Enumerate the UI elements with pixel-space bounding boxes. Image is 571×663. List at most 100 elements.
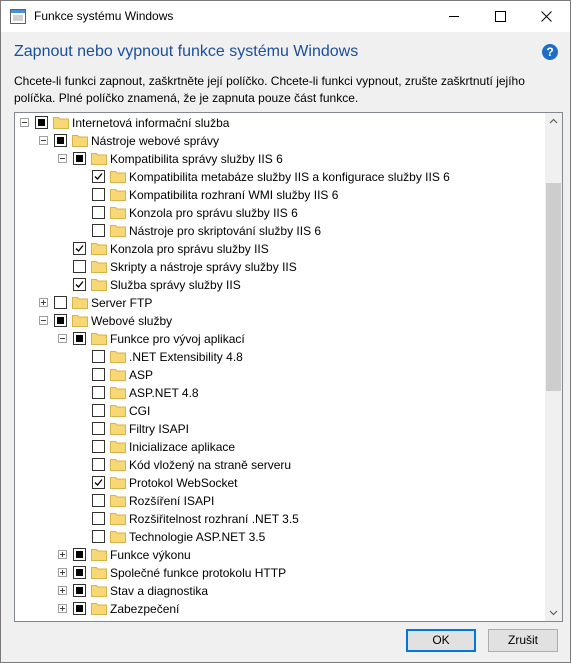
tree-item[interactable]: Konzola pro správu služby IIS 6: [15, 204, 545, 222]
feature-checkbox[interactable]: [73, 152, 86, 165]
feature-checkbox[interactable]: [92, 224, 105, 237]
feature-checkbox[interactable]: [54, 314, 67, 327]
feature-checkbox[interactable]: [92, 422, 105, 435]
scroll-down-button[interactable]: [545, 604, 562, 621]
tree-item-label: Filtry ISAPI: [129, 422, 190, 436]
folder-icon: [72, 296, 88, 309]
help-icon[interactable]: ?: [542, 44, 558, 60]
collapse-icon[interactable]: [39, 136, 48, 145]
tree-item[interactable]: Server FTP: [15, 294, 545, 312]
vertical-scrollbar[interactable]: [545, 113, 562, 621]
feature-checkbox[interactable]: [92, 368, 105, 381]
folder-icon: [110, 350, 126, 363]
feature-checkbox[interactable]: [92, 170, 105, 183]
tree-item-label: Rozšiřitelnost rozhraní .NET 3.5: [129, 512, 299, 526]
close-icon: [541, 11, 552, 22]
checkmark-icon: [75, 281, 84, 288]
tree-item[interactable]: Kód vložený na straně serveru: [15, 456, 545, 474]
feature-checkbox[interactable]: [54, 296, 67, 309]
maximize-icon: [495, 11, 506, 22]
feature-checkbox[interactable]: [92, 512, 105, 525]
feature-checkbox[interactable]: [73, 566, 86, 579]
feature-checkbox[interactable]: [92, 206, 105, 219]
collapse-icon[interactable]: [39, 316, 48, 325]
feature-checkbox[interactable]: [92, 188, 105, 201]
tree-item[interactable]: Rozšiřitelnost rozhraní .NET 3.5: [15, 510, 545, 528]
feature-checkbox[interactable]: [92, 350, 105, 363]
tree-item[interactable]: Technologie ASP.NET 3.5: [15, 528, 545, 546]
feature-checkbox[interactable]: [92, 476, 105, 489]
tree-item[interactable]: ASP.NET 4.8: [15, 384, 545, 402]
tree-item-label: Stav a diagnostika: [110, 584, 209, 598]
feature-checkbox[interactable]: [92, 458, 105, 471]
tree-item[interactable]: Kompatibilita rozhraní WMI služby IIS 6: [15, 186, 545, 204]
scroll-up-button[interactable]: [545, 113, 562, 130]
feature-checkbox[interactable]: [73, 242, 86, 255]
collapse-icon[interactable]: [58, 334, 67, 343]
feature-checkbox[interactable]: [35, 116, 48, 129]
tree-item[interactable]: Kompatibilita metabáze služby IIS a konf…: [15, 168, 545, 186]
tree-item[interactable]: Rozšíření ISAPI: [15, 492, 545, 510]
feature-checkbox[interactable]: [73, 278, 86, 291]
feature-checkbox[interactable]: [92, 530, 105, 543]
title-bar[interactable]: Funkce systému Windows: [1, 1, 570, 32]
tree-item[interactable]: Inicializace aplikace: [15, 438, 545, 456]
expand-icon[interactable]: [39, 298, 48, 307]
checkmark-icon: [94, 173, 103, 180]
tree-item[interactable]: ASP: [15, 366, 545, 384]
tree-item[interactable]: Internetová informační služba: [15, 114, 545, 132]
tree-item-label: Kód vložený na straně serveru: [129, 458, 292, 472]
features-tree[interactable]: Internetová informační služba Nástroje we…: [14, 112, 563, 622]
tree-item[interactable]: Nástroje webové správy: [15, 132, 545, 150]
feature-checkbox[interactable]: [54, 134, 67, 147]
minimize-button[interactable]: [432, 1, 478, 32]
tree-item[interactable]: Funkce výkonu: [15, 546, 545, 564]
tree-item[interactable]: Kompatibilita správy služby IIS 6: [15, 150, 545, 168]
tree-item[interactable]: CGI: [15, 402, 545, 420]
collapse-icon[interactable]: [20, 118, 29, 127]
scrollbar-thumb[interactable]: [546, 183, 561, 391]
folder-icon: [110, 188, 126, 201]
close-button[interactable]: [524, 1, 570, 32]
feature-checkbox[interactable]: [92, 440, 105, 453]
expand-icon[interactable]: [58, 550, 67, 559]
feature-checkbox[interactable]: [73, 260, 86, 273]
tree-item-label: Kompatibilita metabáze služby IIS a konf…: [129, 170, 450, 184]
tree-item-label: CGI: [129, 404, 151, 418]
feature-checkbox[interactable]: [73, 332, 86, 345]
tree-item[interactable]: Skripty a nástroje správy služby IIS: [15, 258, 545, 276]
folder-icon: [110, 440, 126, 453]
feature-checkbox[interactable]: [73, 602, 86, 615]
folder-icon: [91, 584, 107, 597]
feature-checkbox[interactable]: [92, 386, 105, 399]
maximize-button[interactable]: [478, 1, 524, 32]
collapse-icon[interactable]: [58, 154, 67, 163]
tree-item[interactable]: Funkce pro vývoj aplikací: [15, 330, 545, 348]
folder-icon: [110, 530, 126, 543]
cancel-button[interactable]: Zrušit: [488, 629, 558, 652]
tree-item[interactable]: Filtry ISAPI: [15, 420, 545, 438]
expand-icon[interactable]: [58, 604, 67, 613]
tree-item[interactable]: Stav a diagnostika: [15, 582, 545, 600]
feature-checkbox[interactable]: [92, 404, 105, 417]
tree-item[interactable]: Protokol WebSocket: [15, 474, 545, 492]
tree-item[interactable]: Webové služby: [15, 312, 545, 330]
tree-item-label: Nástroje pro skriptování služby IIS 6: [129, 224, 322, 238]
feature-checkbox[interactable]: [92, 494, 105, 507]
ok-button[interactable]: OK: [406, 629, 476, 652]
chevron-down-icon: [549, 610, 558, 616]
expand-icon[interactable]: [58, 586, 67, 595]
tree-item[interactable]: Nástroje pro skriptování služby IIS 6: [15, 222, 545, 240]
tree-item[interactable]: Společné funkce protokolu HTTP: [15, 564, 545, 582]
feature-checkbox[interactable]: [73, 548, 86, 561]
tree-item[interactable]: Konzola pro správu služby IIS: [15, 240, 545, 258]
folder-icon: [72, 314, 88, 327]
tree-item-label: Protokol WebSocket: [129, 476, 238, 490]
folder-icon: [91, 278, 107, 291]
feature-checkbox[interactable]: [73, 584, 86, 597]
tree-item[interactable]: Služba správy služby IIS: [15, 276, 545, 294]
expand-icon[interactable]: [58, 568, 67, 577]
folder-icon: [91, 152, 107, 165]
tree-item[interactable]: .NET Extensibility 4.8: [15, 348, 545, 366]
tree-item[interactable]: Zabezpečení: [15, 600, 545, 618]
